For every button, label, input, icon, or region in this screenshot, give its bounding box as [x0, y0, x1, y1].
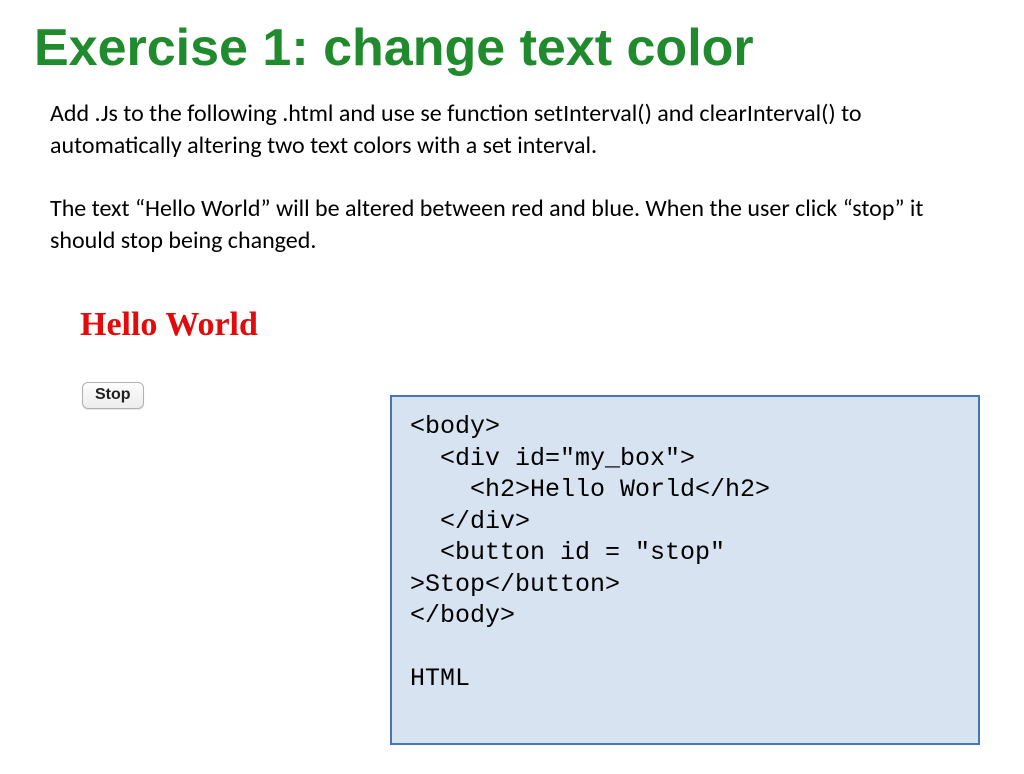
description-paragraph-2: The text “Hello World” will be altered b… [50, 193, 978, 258]
demo-area: Hello World Stop [0, 288, 1024, 409]
page-title: Exercise 1: change text color [0, 0, 1024, 78]
stop-button[interactable]: Stop [82, 382, 144, 409]
exercise-description: Add .Js to the following .html and use s… [0, 78, 1024, 258]
code-example-box: <body> <div id="my_box"> <h2>Hello World… [390, 395, 980, 745]
hello-world-text: Hello World [80, 306, 1024, 344]
description-paragraph-1: Add .Js to the following .html and use s… [50, 98, 978, 163]
